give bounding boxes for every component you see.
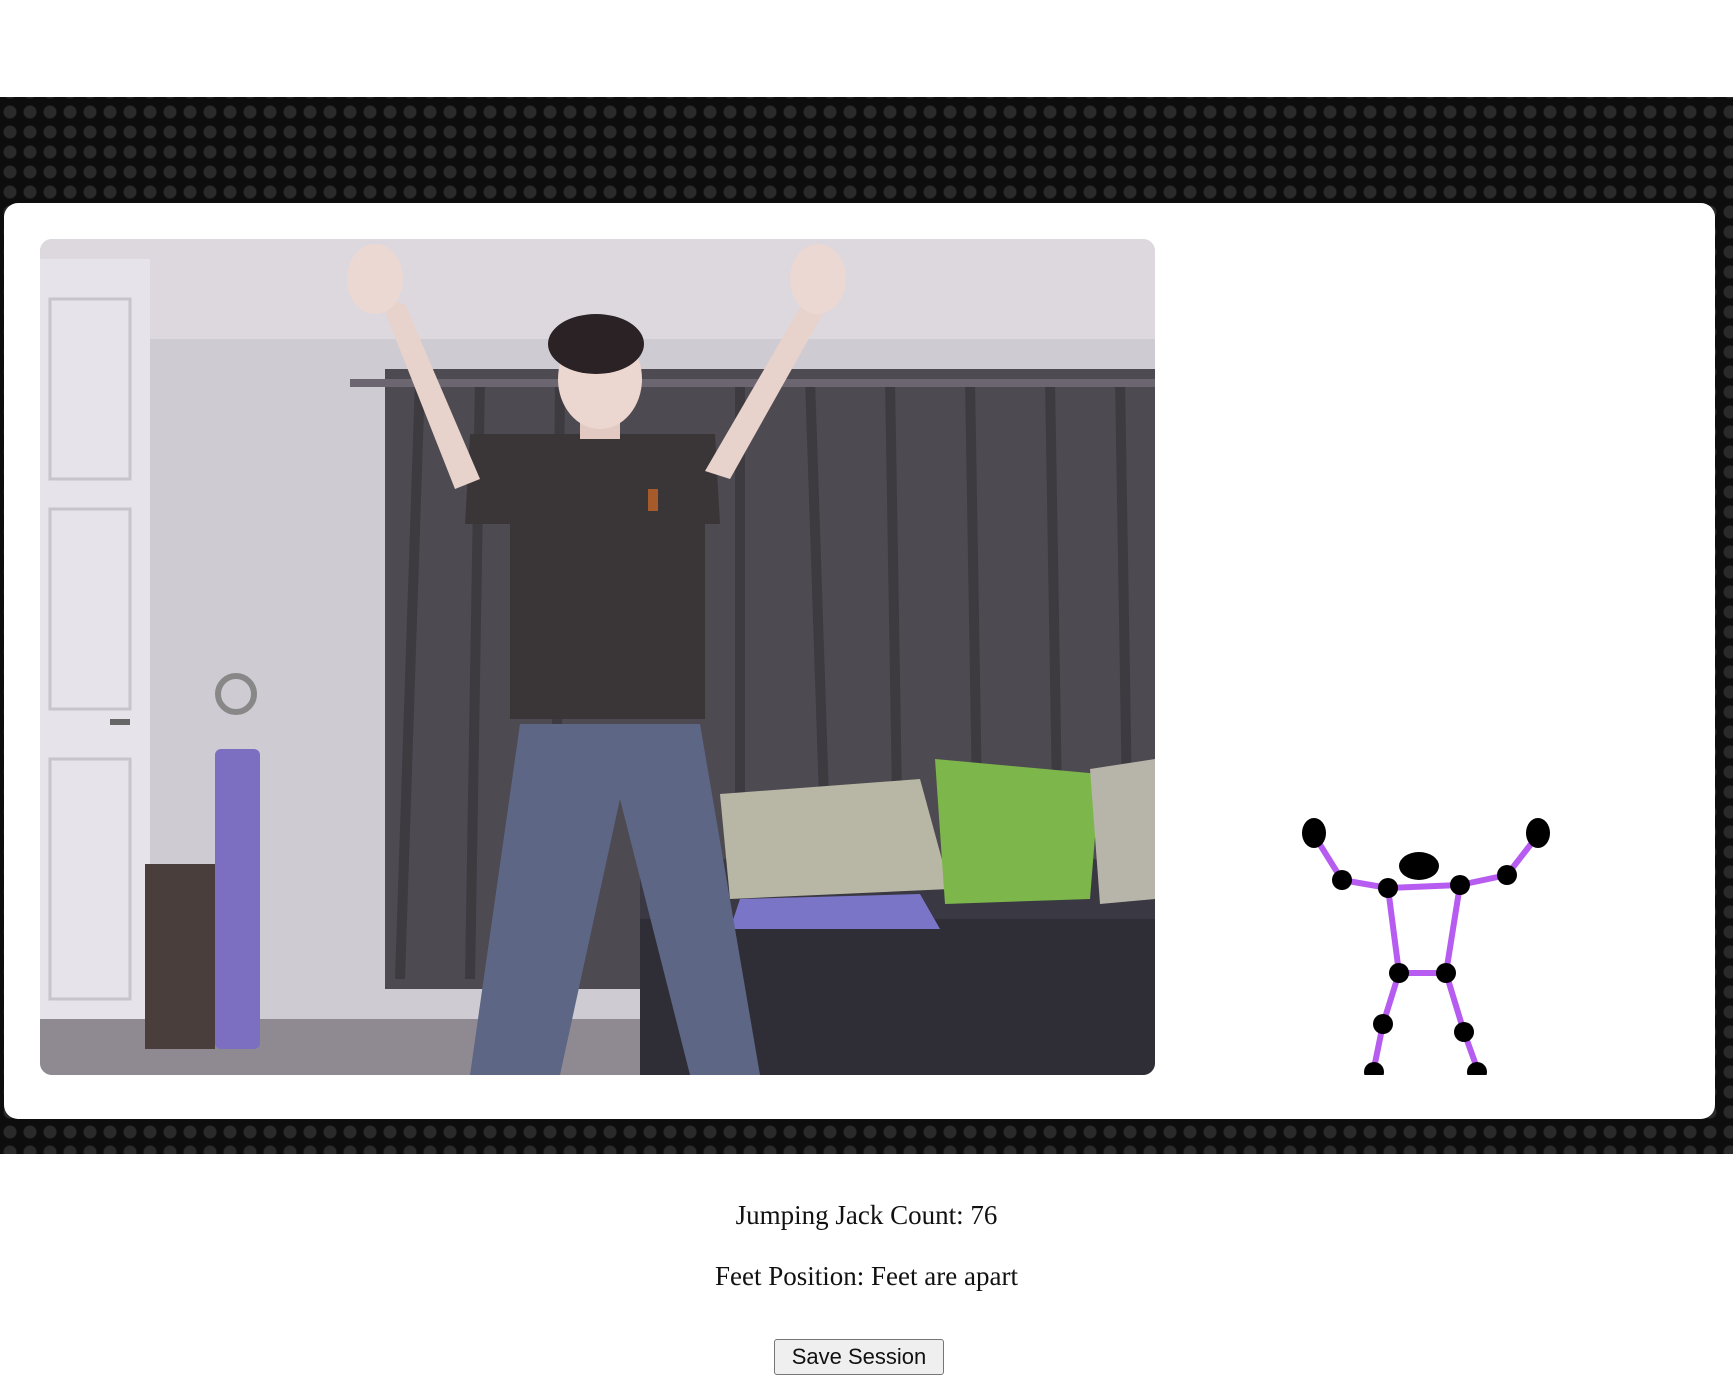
webcam-image <box>40 239 1155 1075</box>
webcam-feed <box>40 239 1155 1075</box>
pose-skeleton <box>1290 800 1570 1075</box>
pose-skeleton-figure <box>1302 818 1550 1075</box>
feet-position-status: Feet Position: Feet are apart <box>715 1261 1018 1291</box>
save-session-button[interactable]: Save Session <box>774 1339 944 1375</box>
jumping-jack-count: Jumping Jack Count: 76 <box>735 1200 998 1230</box>
stats-area: Jumping Jack Count: 76 Feet Position: Fe… <box>0 1200 1733 1322</box>
